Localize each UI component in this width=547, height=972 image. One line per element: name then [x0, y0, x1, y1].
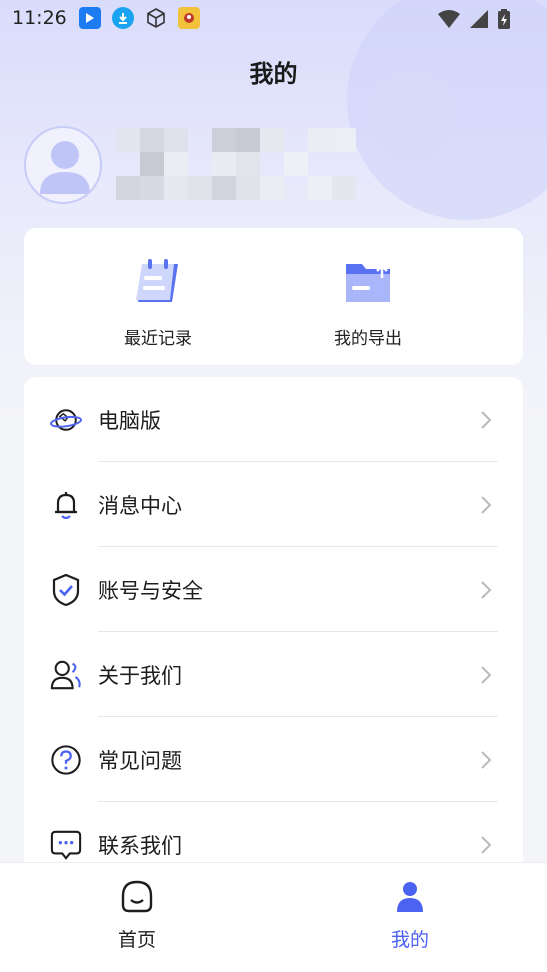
app-game-icon	[177, 7, 200, 29]
menu-item-faq[interactable]: 常见问题	[24, 717, 523, 802]
menu-label: 关于我们	[98, 663, 182, 688]
chevron-right-icon	[481, 665, 492, 684]
menu-label: 常见问题	[98, 748, 182, 773]
battery-icon	[498, 9, 510, 29]
chevron-right-icon	[481, 580, 492, 599]
chevron-right-icon	[481, 410, 492, 429]
folder-export-icon	[346, 264, 390, 302]
status-time: 11:26	[12, 7, 67, 29]
menu-item-account-security[interactable]: 账号与安全	[24, 547, 523, 632]
calendar-notes-icon	[136, 259, 178, 302]
chevron-right-icon	[481, 495, 492, 514]
menu-label: 联系我们	[98, 833, 182, 858]
chevron-right-icon	[481, 835, 492, 854]
username-redacted	[116, 128, 366, 200]
chevron-right-icon	[481, 750, 492, 769]
wifi-icon	[438, 10, 460, 28]
people-icon	[50, 659, 82, 691]
menu-item-desktop-version[interactable]: 电脑版	[24, 377, 523, 462]
menu-item-message-center[interactable]: 消息中心	[24, 462, 523, 547]
user-icon	[397, 882, 423, 912]
question-icon	[50, 744, 82, 776]
shield-check-icon	[50, 573, 82, 606]
cube-icon	[145, 7, 167, 29]
download-icon	[111, 7, 134, 29]
recent-records-button[interactable]: 最近记录	[78, 256, 238, 349]
avatar[interactable]	[24, 126, 102, 204]
menu-item-about-us[interactable]: 关于我们	[24, 632, 523, 717]
page-title: 我的	[249, 60, 298, 88]
bottom-tab-bar: 首页 我的	[0, 862, 547, 972]
chat-bubble-icon	[50, 829, 82, 861]
quick-action-label: 最近记录	[124, 329, 192, 349]
tab-label: 我的	[390, 929, 429, 951]
menu-label: 电脑版	[98, 408, 161, 433]
my-export-button[interactable]: 我的导出	[288, 256, 448, 349]
tab-label: 首页	[117, 929, 156, 951]
smile-face-icon	[121, 880, 153, 913]
quick-actions-card: 最近记录 我的导出	[24, 228, 523, 365]
menu-label: 消息中心	[98, 493, 182, 518]
app-notification-icon	[78, 7, 101, 29]
bell-icon	[50, 489, 82, 521]
tab-home[interactable]: 首页	[77, 879, 197, 952]
status-bar: 11:26	[0, 0, 547, 36]
quick-action-label: 我的导出	[334, 329, 402, 349]
menu-label: 账号与安全	[98, 578, 203, 603]
tab-mine[interactable]: 我的	[350, 879, 470, 952]
planet-icon	[50, 404, 82, 436]
settings-menu: 电脑版 消息中心 账号与安全 关于我们 常见问题 联系我们	[24, 377, 523, 897]
signal-icon	[470, 10, 488, 28]
